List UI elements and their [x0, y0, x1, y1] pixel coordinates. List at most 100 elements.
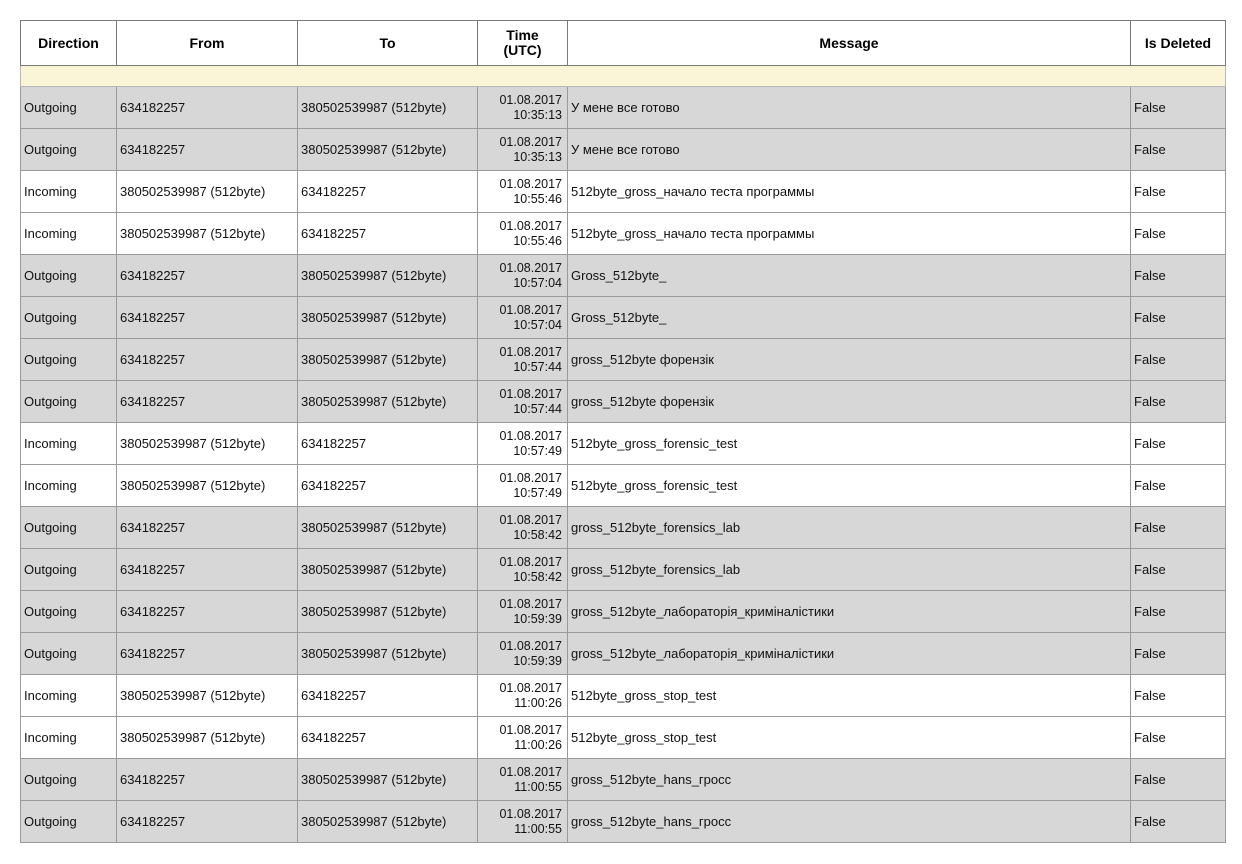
cell-time: 01.08.2017 10:35:13 [477, 128, 568, 171]
cell-direction: Outgoing [20, 380, 117, 423]
cell-is-deleted: False [1130, 464, 1226, 507]
cell-to: 634182257 [297, 464, 478, 507]
table-row[interactable]: Outgoing 634182257 380502539987 (512byte) 0… [20, 380, 1226, 423]
cell-to: 380502539987 (512byte) [297, 758, 478, 801]
table-row[interactable]: Outgoing 634182257 380502539987 (512byte) 0… [20, 254, 1226, 297]
cell-direction: Incoming [20, 716, 117, 759]
cell-to: 634182257 [297, 716, 478, 759]
cell-date: 01.08.2017 [499, 176, 562, 191]
table-row[interactable]: Outgoing 634182257 380502539987 (512byte) 0… [20, 548, 1226, 591]
cell-date: 01.08.2017 [499, 512, 562, 527]
cell-is-deleted: False [1130, 338, 1226, 381]
cell-from: 634182257 [116, 86, 298, 129]
cell-message: Gross_512byte_ [567, 296, 1131, 339]
cell-clock: 11:00:26 [514, 695, 562, 710]
table-row[interactable]: Outgoing 634182257 380502539987 (512byte) 0… [20, 758, 1226, 801]
table-row[interactable]: Outgoing 634182257 380502539987 (512byte) 0… [20, 338, 1226, 381]
cell-time: 01.08.2017 10:57:04 [477, 296, 568, 339]
table-row[interactable]: Outgoing 634182257 380502539987 (512byte) 0… [20, 632, 1226, 675]
cell-date: 01.08.2017 [499, 344, 562, 359]
cell-to: 634182257 [297, 170, 478, 213]
cell-time: 01.08.2017 11:00:55 [477, 758, 568, 801]
cell-from: 634182257 [116, 800, 298, 843]
cell-clock: 10:57:04 [513, 275, 562, 290]
cell-to: 380502539987 (512byte) [297, 338, 478, 381]
cell-message: Gross_512byte_ [567, 254, 1131, 297]
cell-date: 01.08.2017 [499, 806, 562, 821]
cell-to: 380502539987 (512byte) [297, 296, 478, 339]
cell-clock: 10:35:13 [513, 107, 562, 122]
cell-time: 01.08.2017 10:57:49 [477, 464, 568, 507]
cell-clock: 10:59:39 [513, 653, 562, 668]
cell-clock: 10:35:13 [513, 149, 562, 164]
cell-clock: 10:55:46 [513, 191, 562, 206]
table-row[interactable]: Outgoing 634182257 380502539987 (512byte) 0… [20, 296, 1226, 339]
cell-date: 01.08.2017 [499, 134, 562, 149]
table-row[interactable]: Incoming 380502539987 (512byte) 634182257 0… [20, 212, 1226, 255]
header-is-deleted: Is Deleted [1130, 20, 1226, 66]
cell-message: gross_512byte_лабораторія_криміналістики [567, 632, 1131, 675]
cell-message: 512byte_gross_forensic_test [567, 464, 1131, 507]
cell-is-deleted: False [1130, 422, 1226, 465]
table-row[interactable]: Incoming 380502539987 (512byte) 634182257 0… [20, 170, 1226, 213]
cell-is-deleted: False [1130, 296, 1226, 339]
cell-date: 01.08.2017 [499, 428, 562, 443]
table-row[interactable]: Incoming 380502539987 (512byte) 634182257 0… [20, 674, 1226, 717]
cell-direction: Incoming [20, 422, 117, 465]
cell-from: 634182257 [116, 506, 298, 549]
cell-direction: Incoming [20, 170, 117, 213]
cell-message: gross_512byte_forensics_lab [567, 548, 1131, 591]
cell-time: 01.08.2017 10:55:46 [477, 170, 568, 213]
cell-direction: Outgoing [20, 632, 117, 675]
cell-message: 512byte_gross_начало теста программы [567, 170, 1131, 213]
table-row[interactable]: Outgoing 634182257 380502539987 (512byte) 0… [20, 128, 1226, 171]
cell-time: 01.08.2017 11:00:26 [477, 716, 568, 759]
cell-message: gross_512byte форензік [567, 338, 1131, 381]
cell-message: У мене все готово [567, 86, 1131, 129]
cell-from: 380502539987 (512byte) [116, 716, 298, 759]
cell-message: gross_512byte_hans_гросс [567, 800, 1131, 843]
messages-table: Direction From To Time (UTC) Message Is … [20, 20, 1226, 843]
cell-message: gross_512byte_forensics_lab [567, 506, 1131, 549]
cell-to: 380502539987 (512byte) [297, 632, 478, 675]
cell-clock: 10:57:04 [513, 317, 562, 332]
cell-message: 512byte_gross_начало теста программы [567, 212, 1131, 255]
cell-date: 01.08.2017 [499, 680, 562, 695]
cell-is-deleted: False [1130, 548, 1226, 591]
header-time: Time (UTC) [477, 20, 568, 66]
cell-time: 01.08.2017 10:57:44 [477, 380, 568, 423]
cell-direction: Outgoing [20, 296, 117, 339]
cell-is-deleted: False [1130, 170, 1226, 213]
cell-time: 01.08.2017 10:57:44 [477, 338, 568, 381]
table-row[interactable]: Outgoing 634182257 380502539987 (512byte) 0… [20, 86, 1226, 129]
cell-from: 634182257 [116, 380, 298, 423]
cell-direction: Incoming [20, 212, 117, 255]
cell-clock: 10:57:44 [513, 401, 562, 416]
group-separator-cell [20, 65, 1226, 87]
cell-direction: Outgoing [20, 254, 117, 297]
cell-from: 634182257 [116, 548, 298, 591]
cell-from: 634182257 [116, 632, 298, 675]
header-direction: Direction [20, 20, 117, 66]
cell-message: У мене все готово [567, 128, 1131, 171]
cell-direction: Outgoing [20, 548, 117, 591]
cell-from: 634182257 [116, 338, 298, 381]
table-row[interactable]: Incoming 380502539987 (512byte) 634182257 0… [20, 716, 1226, 759]
cell-from: 634182257 [116, 254, 298, 297]
cell-date: 01.08.2017 [499, 638, 562, 653]
cell-from: 380502539987 (512byte) [116, 170, 298, 213]
group-separator-row [20, 65, 1226, 87]
cell-is-deleted: False [1130, 380, 1226, 423]
cell-date: 01.08.2017 [499, 554, 562, 569]
cell-direction: Incoming [20, 674, 117, 717]
cell-time: 01.08.2017 10:58:42 [477, 506, 568, 549]
cell-date: 01.08.2017 [499, 260, 562, 275]
table-row[interactable]: Outgoing 634182257 380502539987 (512byte) 0… [20, 506, 1226, 549]
cell-message: 512byte_gross_stop_test [567, 674, 1131, 717]
table-row[interactable]: Outgoing 634182257 380502539987 (512byte) 0… [20, 590, 1226, 633]
cell-date: 01.08.2017 [499, 218, 562, 233]
table-row[interactable]: Incoming 380502539987 (512byte) 634182257 0… [20, 464, 1226, 507]
table-row[interactable]: Outgoing 634182257 380502539987 (512byte) 0… [20, 800, 1226, 843]
cell-clock: 10:59:39 [513, 611, 562, 626]
table-row[interactable]: Incoming 380502539987 (512byte) 634182257 0… [20, 422, 1226, 465]
